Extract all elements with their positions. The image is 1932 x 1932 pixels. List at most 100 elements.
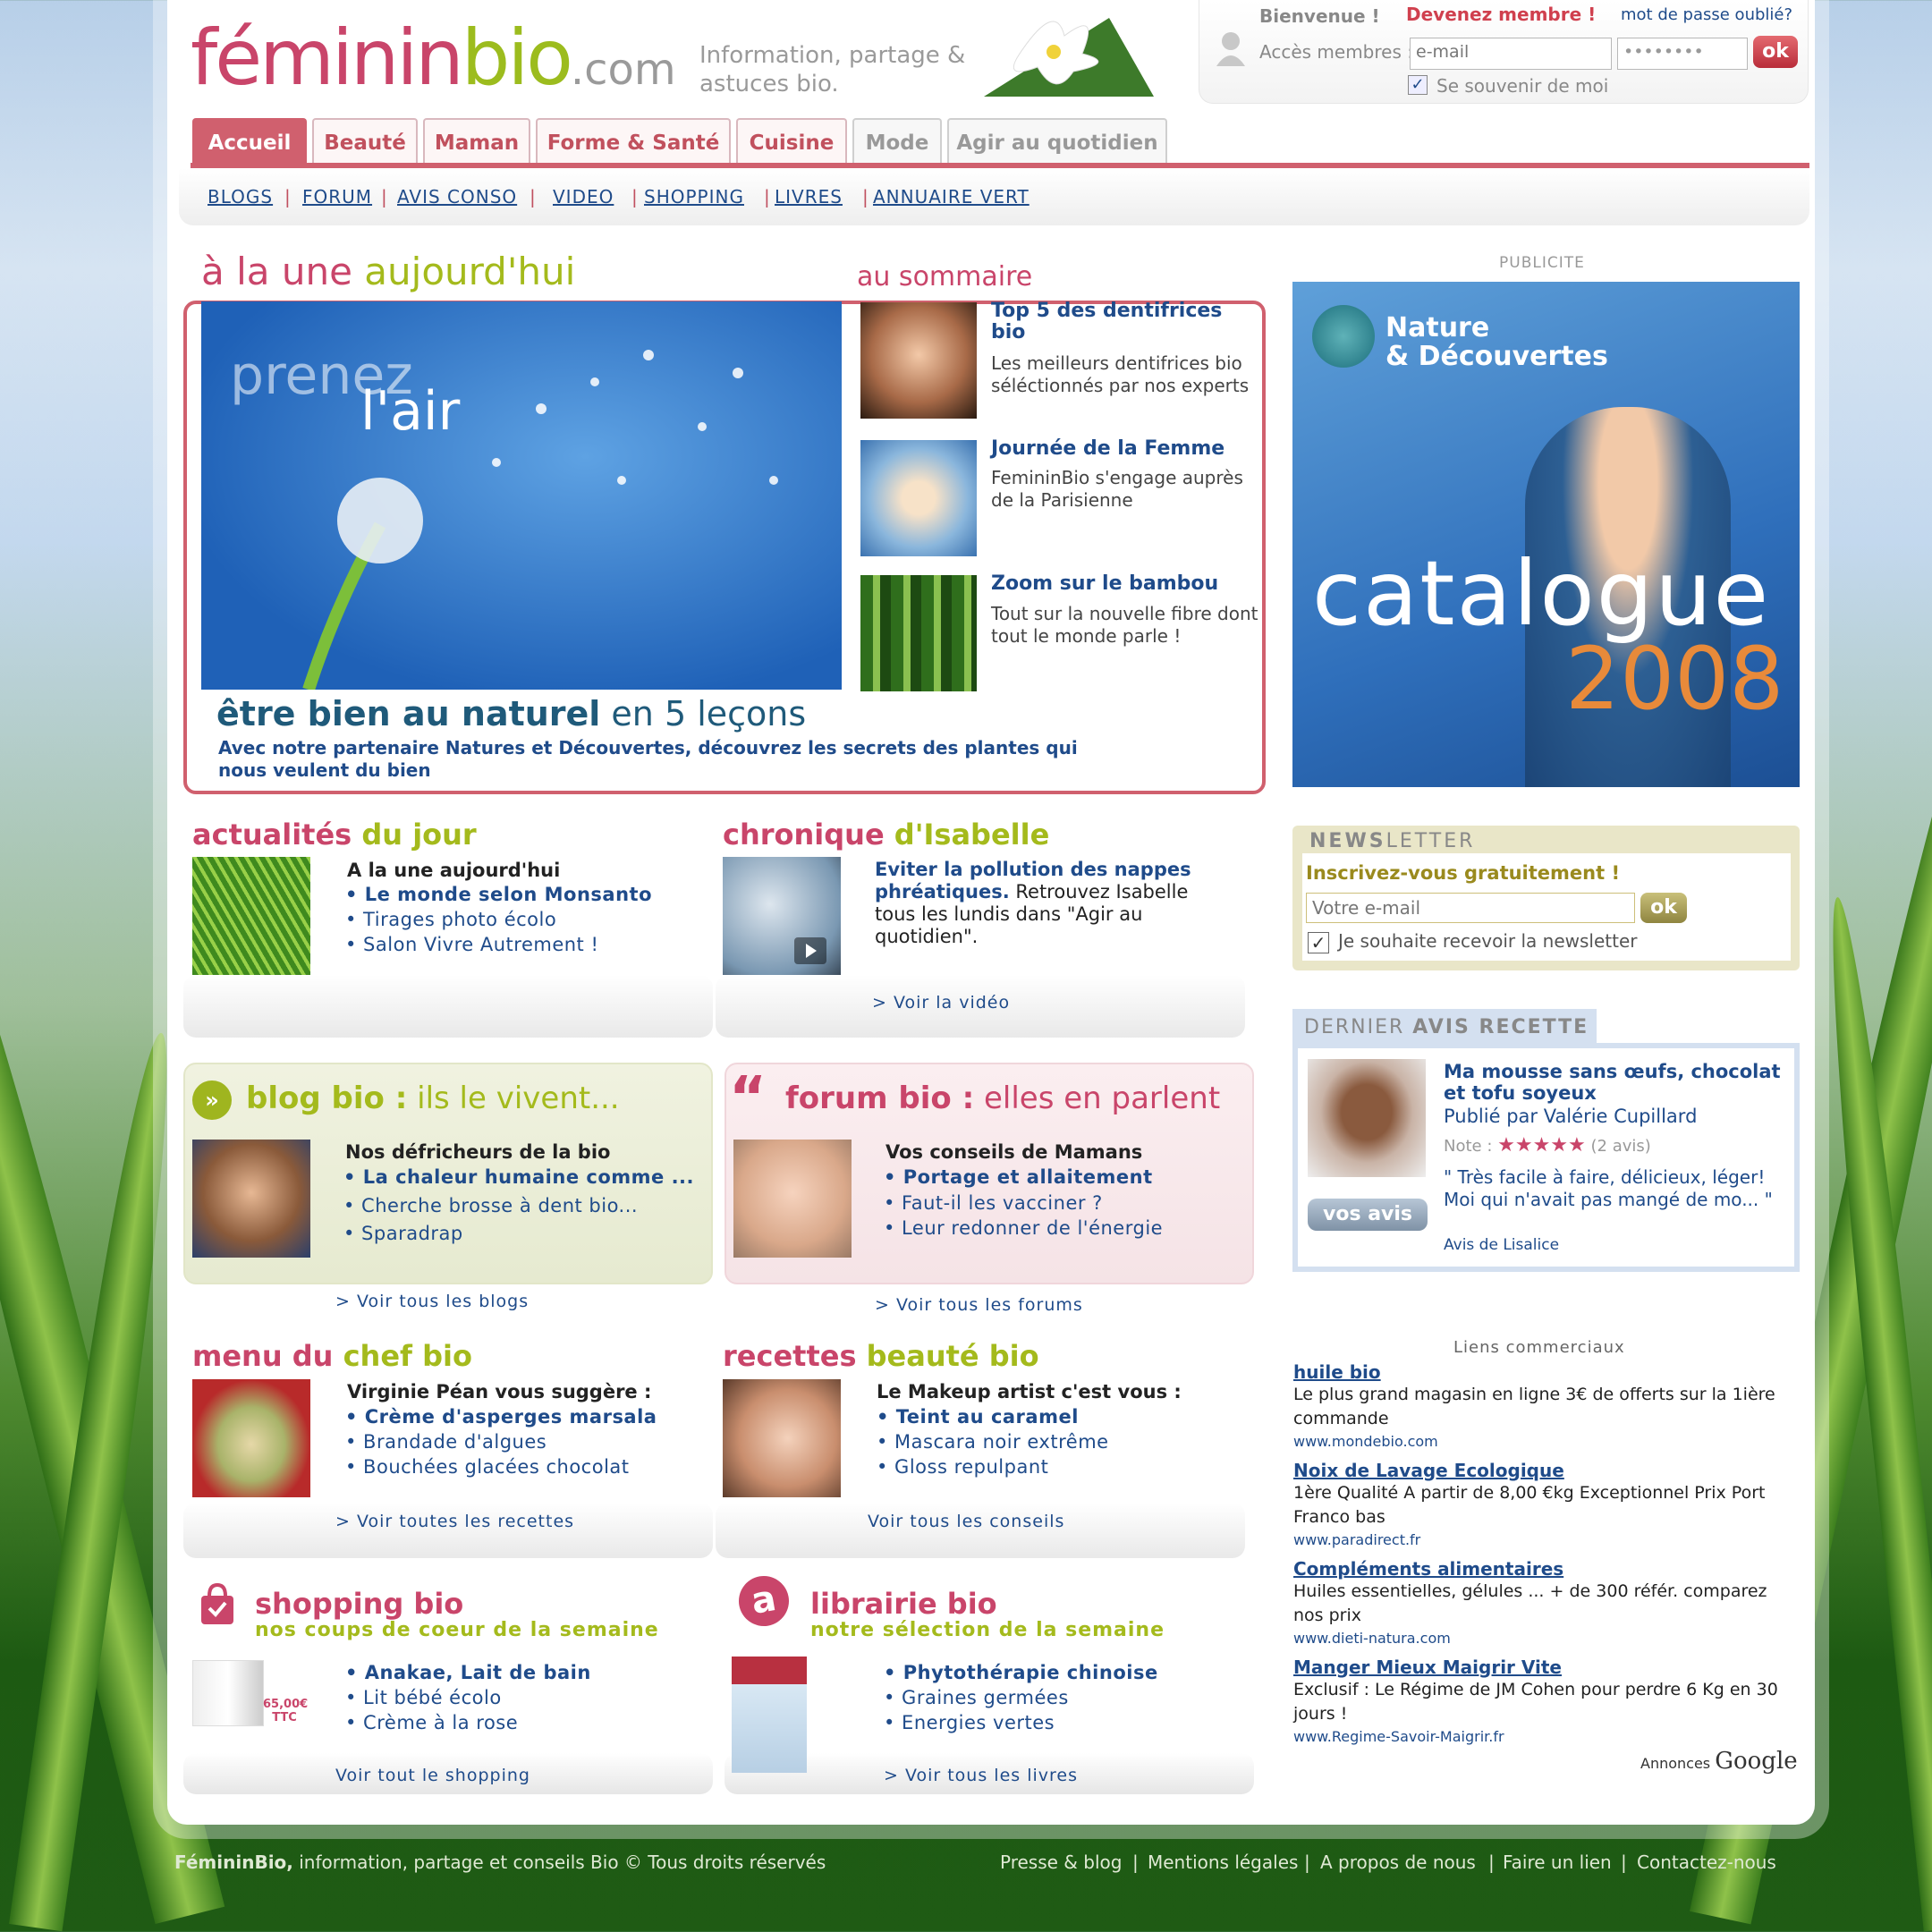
blogger-portrait[interactable] bbox=[192, 1140, 310, 1258]
bamboo-image[interactable] bbox=[860, 575, 977, 691]
ad-url[interactable]: www.Regime-Savoir-Maigrir.fr bbox=[1293, 1728, 1504, 1745]
hero-text: Avec notre partenaire Natures et Découve… bbox=[218, 737, 1078, 781]
sommaire-item-title[interactable]: Journée de la Femme bbox=[991, 438, 1250, 460]
menu-link[interactable]: • Brandade d'algues bbox=[345, 1431, 547, 1453]
ad-url[interactable]: www.mondebio.com bbox=[1293, 1433, 1438, 1450]
actu-title: actualités du jour bbox=[192, 818, 477, 852]
footer-link-faire-un-lien[interactable]: Faire un lien bbox=[1503, 1852, 1612, 1873]
newsletter-checkbox[interactable]: ✓ bbox=[1308, 932, 1329, 953]
nature-decouvertes-ad[interactable]: Nature & Découvertes catalogue 2008 bbox=[1292, 282, 1800, 787]
subnav-avis-conso[interactable]: AVIS CONSO bbox=[397, 186, 517, 208]
newsletter-cta: Inscrivez-vous gratuitement ! bbox=[1306, 862, 1621, 884]
forum-link[interactable]: • Portage et allaitement bbox=[884, 1166, 1153, 1188]
turtle-globe-icon bbox=[1312, 305, 1375, 368]
recipe-note: Note : ★★★★★ (2 avis) bbox=[1444, 1134, 1651, 1157]
subnav-livres[interactable]: LIVRES bbox=[775, 186, 843, 208]
librairie-link[interactable]: • Phytothérapie chinoise bbox=[884, 1662, 1158, 1683]
sommaire-item-desc: FemininBio s'engage auprès de la Parisie… bbox=[991, 467, 1243, 511]
shopping-link[interactable]: • Lit bébé écolo bbox=[345, 1687, 502, 1708]
sommaire-title: au sommaire bbox=[857, 261, 1033, 292]
newsletter-email-field[interactable]: Votre e-mail bbox=[1306, 893, 1635, 923]
blog-link[interactable]: • Cherche brosse à dent bio... bbox=[343, 1195, 638, 1216]
blog-link[interactable]: • Sparadrap bbox=[343, 1223, 463, 1244]
vos-avis-button[interactable]: vos avis bbox=[1308, 1199, 1428, 1231]
librairie-title: librairie bio bbox=[810, 1587, 997, 1621]
email-field[interactable]: e-mail bbox=[1410, 38, 1612, 70]
chocolate-mousse-image[interactable] bbox=[1308, 1059, 1426, 1177]
play-icon[interactable] bbox=[794, 937, 826, 964]
product-image[interactable] bbox=[192, 1660, 264, 1726]
all-blogs-link[interactable]: > Voir tous les blogs bbox=[335, 1292, 529, 1311]
recipe-title-link[interactable]: Ma mousse sans œufs, chocolat et tofu so… bbox=[1444, 1061, 1784, 1104]
ad-url[interactable]: www.dieti-natura.com bbox=[1293, 1630, 1451, 1647]
actu-link[interactable]: • Le monde selon Monsanto bbox=[345, 884, 652, 905]
ad-link[interactable]: Compléments alimentaires bbox=[1293, 1558, 1563, 1580]
subnav-video[interactable]: VIDEO bbox=[553, 186, 614, 208]
footer-link-presse[interactable]: Presse & blog bbox=[1000, 1852, 1122, 1873]
all-books-link[interactable]: > Voir tous les livres bbox=[884, 1766, 1078, 1785]
smiling-woman-image[interactable] bbox=[860, 302, 977, 419]
all-shopping-link[interactable]: Voir tout le shopping bbox=[335, 1766, 530, 1785]
menu-link[interactable]: • Bouchées glacées chocolat bbox=[345, 1456, 630, 1478]
ad-url[interactable]: www.paradirect.fr bbox=[1293, 1531, 1420, 1548]
sommaire-item-title[interactable]: Zoom sur le bambou bbox=[991, 573, 1250, 595]
password-field[interactable]: •••••••• bbox=[1617, 38, 1748, 70]
women-circle-image[interactable] bbox=[860, 440, 977, 556]
actu-link[interactable]: • Tirages photo écolo bbox=[345, 909, 556, 930]
footer-link-contact[interactable]: Contactez-nous bbox=[1637, 1852, 1776, 1873]
menu-link[interactable]: • Crème d'asperges marsala bbox=[345, 1406, 657, 1428]
ad-link[interactable]: Noix de Lavage Ecologique bbox=[1293, 1460, 1564, 1481]
all-recipes-link[interactable]: > Voir toutes les recettes bbox=[335, 1512, 574, 1531]
sommaire-item-title[interactable]: Top 5 des dentifrices bio bbox=[991, 301, 1250, 343]
beaute-title: recettes beauté bio bbox=[723, 1339, 1039, 1373]
subnav-annuaire-vert[interactable]: ANNUAIRE VERT bbox=[873, 186, 1030, 208]
forgot-password-link[interactable]: mot de passe oublié? bbox=[1621, 5, 1792, 24]
dandelion-image[interactable]: prenez l'air bbox=[201, 301, 842, 690]
librairie-link[interactable]: • Graines germées bbox=[884, 1687, 1069, 1708]
footer-link-mentions[interactable]: Mentions légales bbox=[1148, 1852, 1298, 1873]
book-cover-image[interactable] bbox=[732, 1657, 807, 1773]
blog-link[interactable]: • La chaleur humaine comme ... bbox=[343, 1166, 694, 1188]
subnav-forum[interactable]: FORUM bbox=[302, 186, 372, 208]
chronique-text: Eviter la pollution des nappes phréatiqu… bbox=[875, 859, 1191, 947]
separator: | bbox=[862, 186, 869, 208]
watch-video-link[interactable]: > Voir la vidéo bbox=[872, 993, 1010, 1013]
tab-forme-sante[interactable]: Forme & Santé bbox=[536, 118, 731, 165]
librairie-link[interactable]: • Energies vertes bbox=[884, 1712, 1055, 1733]
all-tips-link[interactable]: Voir tous les conseils bbox=[868, 1512, 1064, 1531]
tab-agir[interactable]: Agir au quotidien bbox=[947, 118, 1167, 165]
actu-link[interactable]: • Salon Vivre Autrement ! bbox=[345, 934, 598, 955]
beaute-link[interactable]: • Gloss repulpant bbox=[877, 1456, 1048, 1478]
shopping-link[interactable]: • Anakae, Lait de bain bbox=[345, 1662, 591, 1683]
ad-brand-b: & Découvertes bbox=[1385, 341, 1608, 372]
user-icon bbox=[1216, 32, 1245, 66]
tab-accueil[interactable]: Accueil bbox=[192, 118, 307, 165]
subnav-shopping[interactable]: SHOPPING bbox=[644, 186, 744, 208]
dish-image[interactable] bbox=[192, 1379, 310, 1497]
hero-headline[interactable]: être bien au naturel en 5 leçons bbox=[216, 694, 806, 733]
shopping-link[interactable]: • Crème à la rose bbox=[345, 1712, 518, 1733]
tab-cuisine[interactable]: Cuisine bbox=[736, 118, 847, 165]
makeup-face-image[interactable] bbox=[723, 1379, 841, 1497]
remember-checkbox[interactable]: ✓ bbox=[1408, 75, 1428, 95]
all-forums-link[interactable]: > Voir tous les forums bbox=[875, 1295, 1083, 1315]
tab-maman[interactable]: Maman bbox=[423, 118, 530, 165]
crop-field-image[interactable] bbox=[192, 857, 310, 975]
beaute-link[interactable]: • Teint au caramel bbox=[877, 1406, 1079, 1428]
newsletter-ok-button[interactable]: ok bbox=[1640, 893, 1687, 923]
forum-link[interactable]: • Faut-il les vacciner ? bbox=[884, 1192, 1103, 1214]
baby-portrait[interactable] bbox=[733, 1140, 852, 1258]
ad-link[interactable]: Manger Mieux Maigrir Vite bbox=[1293, 1657, 1562, 1678]
login-ok-button[interactable]: ok bbox=[1753, 36, 1798, 68]
tab-beaute[interactable]: Beauté bbox=[312, 118, 418, 165]
forum-link[interactable]: • Leur redonner de l'énergie bbox=[884, 1217, 1163, 1239]
become-member-link[interactable]: Devenez membre ! bbox=[1406, 4, 1596, 25]
ad-link[interactable]: huile bio bbox=[1293, 1361, 1381, 1383]
beaute-link[interactable]: • Mascara noir extrême bbox=[877, 1431, 1109, 1453]
tab-mode[interactable]: Mode bbox=[852, 118, 942, 165]
google-ads-label[interactable]: Annonces Google bbox=[1640, 1748, 1798, 1775]
separator: | bbox=[1132, 1852, 1139, 1873]
subnav-blogs[interactable]: BLOGS bbox=[208, 186, 273, 208]
footer-link-apropos[interactable]: A propos de nous bbox=[1320, 1852, 1476, 1873]
site-logo[interactable]: fémininbio.com bbox=[191, 20, 676, 97]
